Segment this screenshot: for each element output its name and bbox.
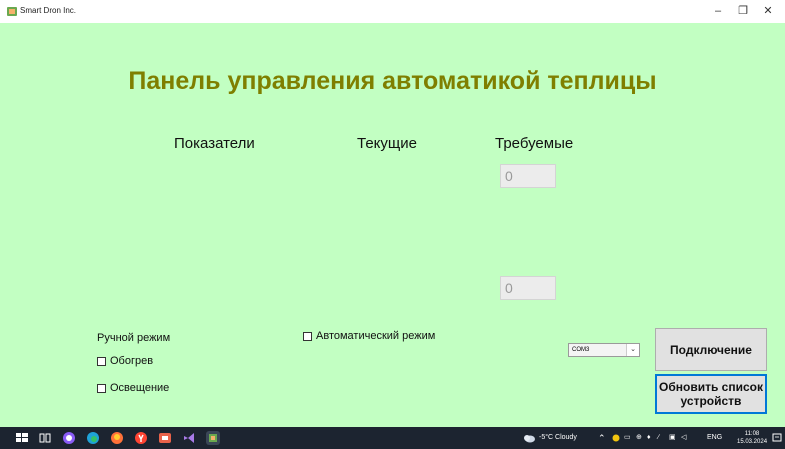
required-value-input-1[interactable]: 0 <box>500 164 556 188</box>
alice-icon[interactable] <box>62 431 76 445</box>
battery-icon[interactable]: ▭ <box>624 427 631 449</box>
visual-studio-icon[interactable] <box>182 431 196 445</box>
checkbox-box[interactable] <box>97 356 106 366</box>
app-tile-icon[interactable] <box>158 431 172 445</box>
network-icon[interactable]: ⊕ <box>636 427 642 449</box>
volume-icon[interactable]: ◁ <box>681 427 686 449</box>
page-title: Панель управления автоматикой теплицы <box>128 67 657 95</box>
task-view-icon[interactable] <box>38 431 52 445</box>
maximize-button[interactable]: ❐ <box>733 4 753 18</box>
chevron-down-icon[interactable]: ⌄ <box>626 344 639 356</box>
current-header: Текущие <box>357 135 417 152</box>
refresh-devices-button[interactable]: Обновить список устройств <box>655 374 767 414</box>
port-select-value: COM3 <box>572 347 590 353</box>
app-icon <box>7 7 17 16</box>
clock[interactable]: 11:08 15.03.2024 <box>737 430 767 446</box>
connect-button-label: Подключение <box>670 342 752 357</box>
close-button[interactable]: ✕ <box>758 4 778 18</box>
taskbar: -5°C Cloudy ⌃ ▭ ⊕ ♦ ∕ ▣ ◁ ENG 11:08 15.0… <box>0 427 785 449</box>
checkbox-box[interactable] <box>97 383 106 393</box>
indicators-header: Показатели <box>174 135 255 152</box>
port-select[interactable]: COM3 ⌄ <box>568 343 640 357</box>
main-panel: Панель управления автоматикой теплицы По… <box>0 23 785 427</box>
required-header: Требуемые <box>495 135 574 152</box>
lighting-label: Освещение <box>110 382 170 394</box>
yandex-browser-icon[interactable] <box>134 431 148 445</box>
auto-mode-label: Автоматический режим <box>316 330 436 342</box>
connect-button[interactable]: Подключение <box>655 328 767 371</box>
chevron-up-icon[interactable]: ⌃ <box>598 427 606 449</box>
display-icon[interactable]: ▣ <box>669 427 676 449</box>
firefox-icon[interactable] <box>110 431 124 445</box>
window-titlebar: Smart Dron Inc. – ❐ ✕ <box>0 0 785 23</box>
notification-icon[interactable] <box>772 433 782 443</box>
lighting-checkbox[interactable]: Освещение <box>97 382 169 394</box>
checkbox-box[interactable] <box>303 331 312 341</box>
weather-text[interactable]: -5°C Cloudy <box>539 427 577 449</box>
minimize-button[interactable]: – <box>708 4 728 18</box>
manual-mode-label: Ручной режим <box>97 332 171 344</box>
refresh-button-label: Обновить список устройств <box>659 380 763 408</box>
start-icon[interactable] <box>15 431 29 445</box>
clock-time: 11:08 <box>744 431 760 437</box>
edge-icon[interactable] <box>86 431 100 445</box>
clock-date: 15.03.2024 <box>737 439 768 445</box>
pen-icon[interactable]: ∕ <box>658 427 659 449</box>
language-indicator[interactable]: ENG <box>707 427 722 449</box>
auto-mode-checkbox[interactable]: Автоматический режим <box>303 330 435 342</box>
microphone-icon[interactable]: ♦ <box>647 427 651 449</box>
heating-label: Обогрев <box>110 355 154 367</box>
weather-cloud-icon[interactable] <box>522 433 536 443</box>
window-title: Smart Dron Inc. <box>20 6 77 15</box>
running-app-icon[interactable] <box>206 431 220 445</box>
heating-checkbox[interactable]: Обогрев <box>97 355 153 367</box>
required-value-input-2[interactable]: 0 <box>500 276 556 300</box>
tray-icons[interactable] <box>612 427 621 449</box>
